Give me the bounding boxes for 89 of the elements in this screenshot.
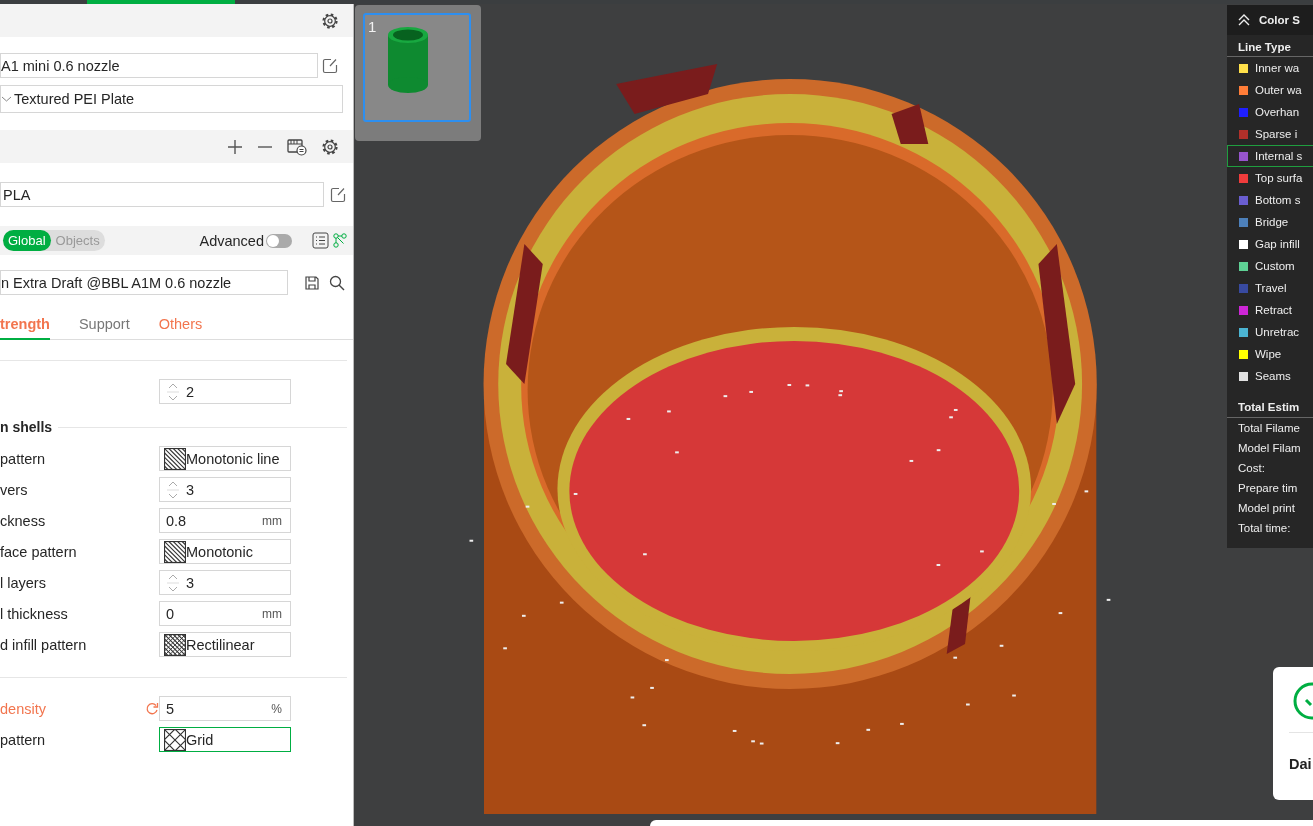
setting-field[interactable]: 0.8 mm	[159, 508, 291, 533]
legend-item[interactable]: Bottom s	[1227, 189, 1313, 211]
collapse-icon[interactable]	[1237, 14, 1251, 26]
legend-item[interactable]: Wipe	[1227, 343, 1313, 365]
setting-field[interactable]: 5 %	[159, 696, 291, 721]
unit-label: mm	[262, 606, 282, 621]
setting-label: l thickness	[0, 605, 69, 622]
printer-preset-field[interactable]: A1 mini 0.6 nozzle	[0, 53, 318, 78]
setting-label: face pattern	[0, 543, 78, 560]
legend-section-title: Line Type	[1227, 35, 1313, 57]
setting-field[interactable]: 0 mm	[159, 601, 291, 626]
legend-item[interactable]: Custom	[1227, 255, 1313, 277]
advanced-label: Advanced	[199, 232, 264, 249]
nodes-icon[interactable]	[333, 233, 347, 248]
legend-label: Outer wa	[1255, 84, 1302, 96]
minus-icon[interactable]	[257, 145, 273, 148]
legend-item[interactable]: Inner wa	[1227, 57, 1313, 79]
setting-label: vers	[0, 481, 29, 498]
plate-number: 1	[368, 18, 377, 35]
search-icon[interactable]	[329, 274, 345, 291]
estimate-title: Total Estim	[1227, 387, 1313, 418]
unit-label: %	[271, 701, 282, 716]
add-icon[interactable]	[227, 138, 243, 155]
setting-label: ckness	[0, 512, 47, 529]
setting-field[interactable]: 2	[159, 379, 291, 404]
setting-label: density	[0, 700, 47, 717]
estimate-label: Cost:	[1237, 461, 1266, 476]
setting-label: l layers	[0, 574, 47, 591]
unit-label: mm	[262, 513, 282, 528]
legend-item[interactable]: Internal s	[1227, 145, 1313, 167]
notice-title: Dai	[1289, 756, 1312, 772]
legend-label: Bridge	[1255, 216, 1289, 228]
settings-icon[interactable]	[321, 137, 339, 156]
legend-label: Gap infill	[1255, 238, 1300, 250]
legend-item[interactable]: Seams	[1227, 365, 1313, 387]
legend-label: Travel	[1255, 282, 1287, 294]
pattern-icon	[164, 633, 186, 656]
settings-icon[interactable]	[321, 11, 339, 30]
legend-item[interactable]: Overhan	[1227, 101, 1313, 123]
estimate-label: Total Filame	[1237, 421, 1301, 436]
legend-item[interactable]: Top surfa	[1227, 167, 1313, 189]
edit-icon[interactable]	[330, 186, 346, 203]
legend-label: Retract	[1255, 304, 1293, 316]
estimate-label: Model Filam	[1237, 441, 1302, 456]
pattern-icon	[164, 728, 186, 751]
legend-label: Overhan	[1255, 106, 1300, 118]
legend-item[interactable]: Unretrac	[1227, 321, 1313, 343]
legend-label: Custom	[1255, 260, 1295, 272]
setting-field[interactable]: Monotonic	[159, 539, 291, 564]
cylinder-drawing	[386, 25, 430, 95]
save-icon[interactable]	[305, 275, 319, 290]
setting-field[interactable]: Rectilinear	[159, 632, 291, 657]
estimate-label: Total time:	[1237, 521, 1292, 536]
legend-label: Unretrac	[1255, 326, 1300, 338]
legend-item[interactable]: Bridge	[1227, 211, 1313, 233]
legend-label: Seams	[1255, 370, 1291, 382]
pattern-icon	[164, 540, 186, 563]
settings-tab[interactable]: Support	[78, 313, 130, 340]
setting-field[interactable]: 3	[159, 477, 291, 502]
estimate-label: Prepare tim	[1237, 481, 1299, 496]
legend-label: Wipe	[1255, 348, 1282, 360]
estimate-label: Model print	[1237, 501, 1296, 516]
plate-dropdown[interactable]: Textured PEI Plate	[0, 85, 343, 113]
legend-item[interactable]: Sparse i	[1227, 123, 1313, 145]
setting-label: pattern	[0, 450, 47, 467]
setting-label: pattern	[0, 731, 47, 748]
legend-label: Internal s	[1255, 150, 1303, 162]
legend-label: Inner wa	[1255, 62, 1300, 74]
legend-label: Sparse i	[1255, 128, 1298, 140]
list-icon[interactable]	[312, 232, 329, 249]
process-preset-field[interactable]: n Extra Draft @BBL A1M 0.6 nozzle	[0, 270, 288, 295]
legend-item[interactable]: Retract	[1227, 299, 1313, 321]
filament-preset-field[interactable]: PLA	[0, 182, 324, 207]
legend-item[interactable]: Gap infill	[1227, 233, 1313, 255]
legend-label: Bottom s	[1255, 194, 1301, 206]
legend-label: Top surfa	[1255, 172, 1303, 184]
setting-label: d infill pattern	[0, 636, 88, 653]
section-heading: n shells	[0, 419, 53, 435]
legend-item[interactable]: Travel	[1227, 277, 1313, 299]
reset-icon[interactable]	[145, 701, 159, 716]
pattern-icon	[164, 447, 186, 470]
chevron-down-icon	[1, 95, 12, 103]
advanced-switch[interactable]	[266, 233, 292, 248]
legend-item[interactable]: Outer wa	[1227, 79, 1313, 101]
setting-field[interactable]: 3	[159, 570, 291, 595]
setting-field[interactable]: Monotonic line	[159, 446, 291, 471]
setting-field[interactable]: Grid	[159, 727, 291, 752]
legend-title: Color S	[1259, 14, 1300, 26]
edit-icon[interactable]	[322, 57, 338, 74]
